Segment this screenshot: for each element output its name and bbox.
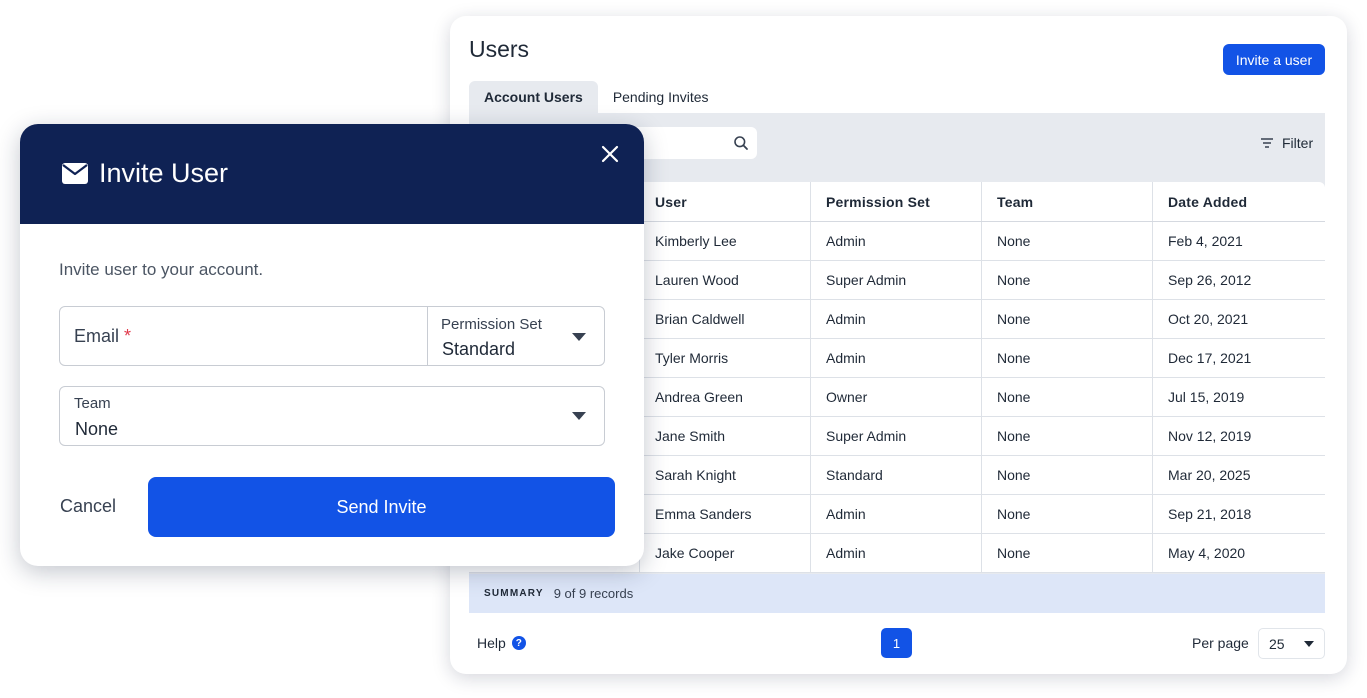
table-cell-permission-set: Super Admin xyxy=(811,417,982,455)
help-link[interactable]: Help ? xyxy=(477,635,526,651)
table-cell-date-added: Jul 15, 2019 xyxy=(1168,389,1245,405)
table-cell-user: Tyler Morris xyxy=(640,339,811,377)
table-cell-permission-set: Super Admin xyxy=(811,261,982,299)
chevron-down-icon xyxy=(1304,641,1314,647)
table-cell-date-added: Sep 21, 2018 xyxy=(1168,506,1252,522)
close-icon[interactable] xyxy=(600,144,620,164)
table-cell-user: Lauren Wood xyxy=(640,261,811,299)
summary-bar: SUMMARY 9 of 9 records xyxy=(469,574,1325,613)
required-marker: * xyxy=(124,326,132,346)
help-label: Help xyxy=(477,635,506,651)
table-cell-team: None xyxy=(982,300,1153,338)
table-cell-user: Andrea Green xyxy=(640,378,811,416)
per-page-select[interactable]: 25 xyxy=(1258,628,1325,659)
modal-title: Invite User xyxy=(99,158,229,188)
permission-set-label: Permission Set xyxy=(441,316,542,333)
table-cell-permission-set: Standard xyxy=(811,456,982,494)
table-cell-permission-set: Admin xyxy=(811,300,982,338)
help-icon[interactable]: ? xyxy=(511,636,526,650)
table-cell-permission-set: Admin xyxy=(811,222,982,260)
permission-set-select[interactable]: Standard xyxy=(442,339,515,360)
modal-header: Invite User xyxy=(20,124,644,224)
column-header-team[interactable]: Team xyxy=(982,182,1153,221)
table-cell-permission-set: Admin xyxy=(811,495,982,533)
tab-bar: Account Users Pending Invites xyxy=(469,81,724,113)
table-cell-permission-set: Admin xyxy=(811,534,982,572)
email-field[interactable]: Email * xyxy=(74,326,131,347)
page-title: Users xyxy=(469,36,530,62)
table-cell-user: Jane Smith xyxy=(640,417,811,455)
table-cell-date-added: Oct 20, 2021 xyxy=(1168,311,1249,327)
table-cell-team: None xyxy=(982,261,1153,299)
table-cell-permission-set: Admin xyxy=(811,339,982,377)
invite-user-button[interactable]: Invite a user xyxy=(1223,44,1325,75)
search-icon[interactable] xyxy=(733,135,749,151)
team-label: Team xyxy=(74,395,111,412)
summary-label: SUMMARY xyxy=(484,588,544,599)
per-page-label: Per page xyxy=(1192,635,1249,651)
email-permission-field-group: Email * Permission Set Standard xyxy=(59,306,605,366)
tab-pending-invites[interactable]: Pending Invites xyxy=(598,81,724,113)
table-cell-permission-set: Owner xyxy=(811,378,982,416)
chevron-down-icon[interactable] xyxy=(572,412,586,420)
team-value: None xyxy=(75,419,119,439)
table-cell-date-added: Feb 4, 2021 xyxy=(1168,233,1243,249)
per-page-value: 25 xyxy=(1269,635,1285,652)
table-cell-date-added: Dec 17, 2021 xyxy=(1168,350,1252,366)
chevron-down-icon[interactable] xyxy=(572,333,586,341)
table-cell-date-added: May 4, 2020 xyxy=(1168,545,1246,561)
team-select[interactable]: Team None xyxy=(59,386,605,446)
mail-icon xyxy=(62,163,88,184)
field-divider xyxy=(427,307,428,365)
table-cell-date-added: Nov 12, 2019 xyxy=(1168,428,1252,444)
table-cell-team: None xyxy=(982,417,1153,455)
filter-button[interactable]: Filter xyxy=(1259,135,1313,151)
email-label: Email xyxy=(74,326,120,346)
table-cell-team: None xyxy=(982,222,1153,260)
table-cell-team: None xyxy=(982,456,1153,494)
table-cell-team: None xyxy=(982,534,1153,572)
table-cell-team: None xyxy=(982,495,1153,533)
column-header-user[interactable]: User xyxy=(640,182,811,221)
column-header-date-added[interactable]: Date Added xyxy=(1153,182,1325,221)
table-cell-team: None xyxy=(982,339,1153,377)
filter-label: Filter xyxy=(1282,135,1314,151)
send-invite-button[interactable]: Send Invite xyxy=(148,477,615,537)
cancel-button[interactable]: Cancel xyxy=(60,496,116,517)
filter-icon xyxy=(1261,138,1273,148)
column-header-permission-set[interactable]: Permission Set xyxy=(811,182,982,221)
table-cell-team: None xyxy=(982,378,1153,416)
table-cell-user: Emma Sanders xyxy=(640,495,811,533)
table-cell-user: Jake Cooper xyxy=(640,534,811,572)
table-cell-user: Kimberly Lee xyxy=(640,222,811,260)
modal-description: Invite user to your account. xyxy=(59,260,264,279)
table-cell-user: Sarah Knight xyxy=(640,456,811,494)
page-button-current[interactable]: 1 xyxy=(881,628,912,658)
table-cell-date-added: Sep 26, 2012 xyxy=(1168,272,1252,288)
tab-account-users[interactable]: Account Users xyxy=(469,81,598,113)
table-cell-user: Brian Caldwell xyxy=(640,300,811,338)
summary-value: 9 of 9 records xyxy=(553,586,634,601)
table-cell-date-added: Mar 20, 2025 xyxy=(1168,467,1251,483)
invite-user-modal: Invite User Invite user to your account.… xyxy=(20,124,644,566)
